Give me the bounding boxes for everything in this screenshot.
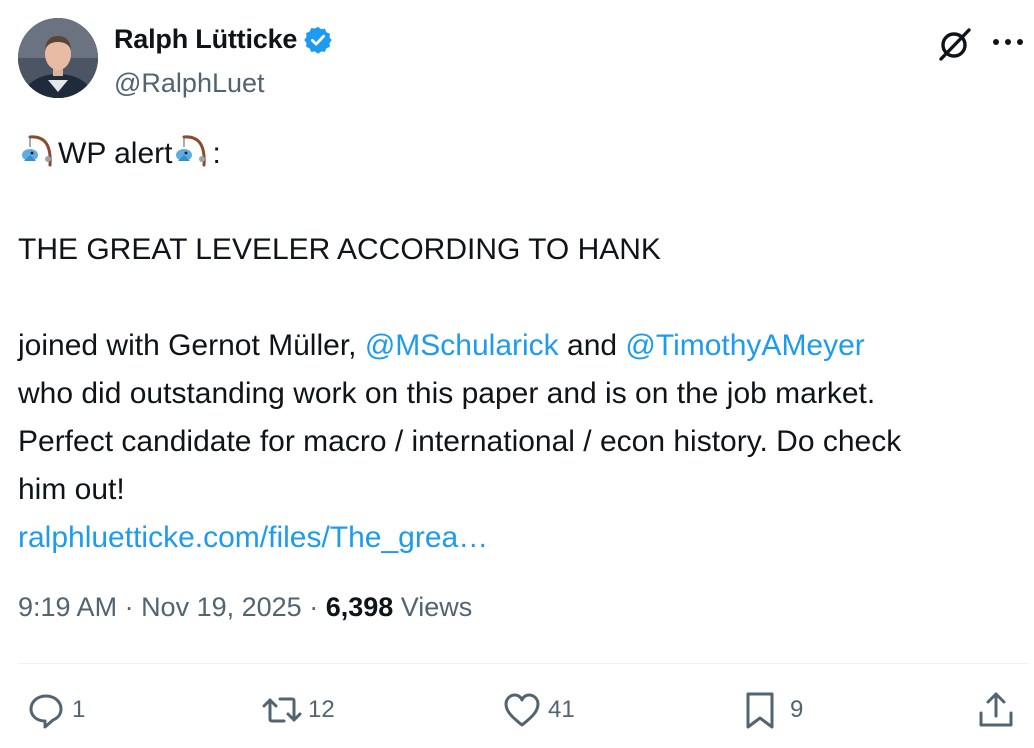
bookmark-icon (746, 692, 774, 729)
verified-badge-icon[interactable] (303, 25, 333, 55)
reply-button[interactable]: 1 (26, 690, 85, 730)
fishing-pole-emoji-icon (172, 131, 212, 171)
retweet-icon (262, 697, 302, 723)
alert-suffix: : (212, 137, 221, 170)
reply-count: 1 (72, 696, 86, 723)
avatar[interactable] (18, 18, 98, 98)
share-button[interactable] (976, 690, 1016, 730)
tweet-line: who did outstanding work on this paper a… (18, 377, 876, 410)
mention-link[interactable]: @MSchularick (365, 329, 559, 362)
tweet-line: joined with Gernot Müller, @MSchularick … (18, 322, 1030, 370)
tweet-meta: 9:19 AM · Nov 19, 2025 · 6,398 Views (18, 592, 472, 623)
mention-link[interactable]: @TimothyAMeyer (625, 329, 864, 362)
tweet-header: Ralph Lütticke @RalphLuet (18, 18, 1028, 100)
paper-link[interactable]: ralphluetticke.com/files/The_grea… (18, 521, 488, 554)
alert-text: WP alert (58, 137, 173, 170)
divider (18, 663, 1028, 664)
grok-icon[interactable] (936, 24, 976, 64)
bookmark-button[interactable]: 9 (740, 690, 803, 730)
reply-icon (29, 694, 63, 729)
separator: · (117, 592, 142, 622)
views-count: 6,398 (325, 592, 394, 622)
views-label: Views (393, 592, 473, 622)
text-segment: joined with Gernot Müller, (18, 329, 365, 362)
tweet-line: WP alert : (18, 130, 1030, 178)
bookmark-count: 9 (790, 696, 804, 723)
paper-title: THE GREAT LEVELER ACCORDING TO HANK (18, 233, 661, 266)
retweet-count: 12 (308, 696, 335, 723)
more-icon[interactable] (990, 30, 1026, 54)
like-count: 41 (548, 696, 575, 723)
post-date[interactable]: Nov 19, 2025 (141, 592, 302, 622)
tweet-text: WP alert : THE GREAT LEVELER ACCORDING T… (18, 130, 1030, 562)
like-button[interactable]: 41 (502, 690, 575, 730)
author-handle[interactable]: @RalphLuet (114, 68, 265, 99)
display-name[interactable]: Ralph Lütticke (114, 24, 297, 55)
heart-icon (504, 693, 540, 727)
separator: · (301, 592, 326, 622)
post-time[interactable]: 9:19 AM (18, 592, 117, 622)
fishing-pole-emoji-icon (18, 131, 58, 171)
tweet-line: Perfect candidate for macro / internatio… (18, 425, 902, 458)
tweet-line: him out! (18, 473, 125, 506)
share-icon (979, 692, 1013, 727)
text-segment: and (558, 329, 626, 362)
action-bar: 1 12 41 9 (0, 690, 1034, 740)
retweet-button[interactable]: 12 (262, 690, 335, 730)
